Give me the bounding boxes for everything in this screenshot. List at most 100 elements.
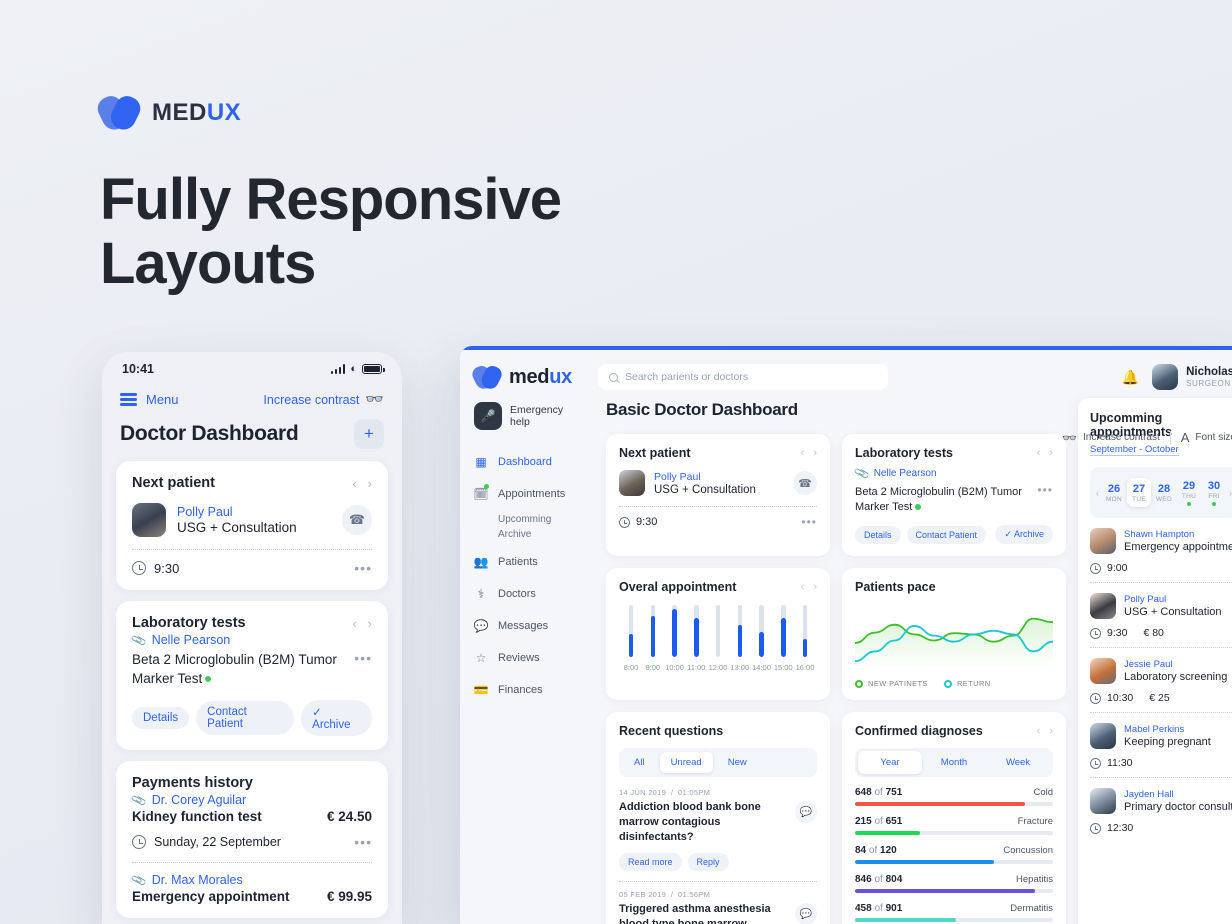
more-options-button[interactable]: ••• (354, 560, 372, 576)
clock-icon (1090, 627, 1101, 639)
appointment-item[interactable]: Jessie Paul Laboratory screening 10:30 € 25 (1090, 647, 1232, 704)
more-options-button[interactable]: ••• (801, 515, 817, 529)
comment-icon[interactable]: 💬 (795, 903, 817, 924)
contact-patient-button[interactable]: Contact Patient (906, 525, 987, 544)
chevron-right-icon[interactable]: › (368, 476, 372, 491)
emergency-help-button[interactable]: 🎤 Emergency help (474, 402, 592, 430)
chevron-left-icon[interactable]: ‹ (1037, 725, 1041, 737)
reply-button[interactable]: Reply (687, 853, 729, 871)
week-day[interactable]: 27 TUE (1127, 478, 1151, 507)
tab-new[interactable]: New (717, 752, 758, 773)
appointment-patient-name[interactable]: Jayden Hall (1124, 789, 1232, 800)
chevron-right-icon[interactable]: › (1049, 447, 1053, 459)
week-day[interactable]: 30 FRI (1202, 475, 1226, 510)
tab-week[interactable]: Week (986, 751, 1050, 774)
recent-questions-title: Recent questions (619, 724, 724, 738)
confirmed-diagnoses-card: Confirmed diagnoses ‹ › Year Month Week 6… (842, 712, 1066, 924)
overall-appointment-chart-card: Overal appointment ‹ › 8:00 9:00 10:00 11:00… (606, 568, 830, 700)
comment-icon[interactable]: 💬 (795, 801, 817, 823)
more-options-button[interactable]: ••• (354, 834, 372, 850)
sidebar-item-messages[interactable]: 💬 Messages (474, 610, 592, 642)
mobile-increase-contrast-button[interactable]: Increase contrast 👓 (263, 392, 384, 407)
mobile-patient-name[interactable]: Polly Paul (177, 505, 297, 519)
call-button[interactable]: ☎ (342, 505, 372, 535)
appointment-patient-name[interactable]: Jessie Paul (1124, 659, 1227, 670)
mobile-menu-button[interactable]: Menu (120, 392, 179, 407)
sidebar-item-label: Finances (498, 684, 543, 696)
carousel-arrows[interactable]: ‹ › (352, 476, 372, 491)
mobile-lab-doctor-link[interactable]: 📎 Nelle Pearson (131, 632, 372, 648)
mobile-lab-doctor: Nelle Pearson (151, 633, 231, 647)
contact-patient-button[interactable]: Contact Patient (196, 701, 295, 735)
tab-year[interactable]: Year (858, 751, 922, 774)
sidebar-item-appointments[interactable]: 🗓 Appointments (473, 478, 592, 510)
tab-month[interactable]: Month (922, 751, 986, 774)
sidebar-item-patients[interactable]: 👥 Patients (474, 546, 592, 578)
page-title: Basic Doctor Dashboard (606, 400, 798, 419)
read-more-button[interactable]: Read more (619, 853, 682, 871)
appointment-price: € 80 (1143, 627, 1164, 639)
payment-doctor-link[interactable]: 📎 Dr. Max Morales (131, 872, 372, 888)
clock-icon (132, 835, 146, 849)
confirmed-diagnoses-title: Confirmed diagnoses (855, 724, 983, 738)
appointment-patient-name[interactable]: Mabel Perkins (1124, 724, 1211, 735)
appointment-item[interactable]: Shawn Hampton Emergency appointment 9:00 (1090, 518, 1232, 574)
chevron-right-icon[interactable]: › (813, 447, 817, 459)
sidebar-item-doctors[interactable]: ⚕ Doctors (474, 578, 592, 610)
chevron-right-icon[interactable]: › (813, 581, 817, 593)
chevron-left-icon[interactable]: ‹ (352, 476, 356, 491)
details-button[interactable]: Details (855, 525, 901, 544)
appointment-item[interactable]: Polly Paul USG + Consultation 9:30 € 80 (1090, 582, 1232, 639)
avatar (1090, 593, 1116, 619)
mobile-top-bar: Menu Increase contrast 👓 (116, 386, 388, 409)
notification-bell-icon[interactable]: 🔔 (1122, 369, 1139, 386)
avatar (1152, 364, 1179, 390)
divider (132, 862, 372, 863)
chevron-right-icon[interactable]: › (1227, 488, 1232, 498)
details-button[interactable]: Details (132, 707, 190, 729)
appointment-patient-name[interactable]: Polly Paul (1124, 594, 1222, 605)
payment-doctor-link[interactable]: 📎 Dr. Corey Aguilar (131, 792, 372, 808)
font-size-button[interactable]: A Font size (1181, 430, 1232, 445)
chevron-left-icon[interactable]: ‹ (801, 447, 805, 459)
sidebar-item-dashboard[interactable]: ▦ Dashboard (474, 446, 592, 478)
user-profile[interactable]: Nicholas SURGEON (1152, 364, 1232, 390)
archive-button[interactable]: ✓ Archive (301, 700, 372, 736)
appointment-item[interactable]: Jayden HallPrimary doctor consultation 12… (1090, 777, 1232, 834)
sidebar-item-reviews[interactable]: ☆ Reviews (474, 642, 592, 674)
tab-unread[interactable]: Unread (659, 752, 713, 773)
date-range-link[interactable]: September - October (1090, 444, 1179, 456)
chevron-right-icon[interactable]: › (368, 616, 372, 631)
wallet-icon: 💳 (473, 683, 489, 697)
bar-column (795, 605, 815, 657)
chevron-right-icon[interactable]: › (1049, 725, 1053, 737)
desktop-logo[interactable]: medux (469, 362, 586, 392)
week-day[interactable]: 29 THU (1177, 475, 1201, 510)
week-day[interactable]: 26 MON (1102, 478, 1126, 507)
chevron-left-icon[interactable]: ‹ (801, 581, 805, 593)
archive-button[interactable]: ✓ Archive (995, 525, 1053, 544)
sidebar-subitem-upcomming[interactable]: Upcomming (498, 512, 592, 527)
search-input[interactable]: Search parients or doctors (598, 364, 888, 390)
chevron-left-icon[interactable]: ‹ (352, 616, 356, 631)
chevron-left-icon[interactable]: ‹ (1037, 447, 1041, 459)
search-placeholder: Search parients or doctors (625, 371, 749, 383)
more-options-button[interactable]: ••• (1037, 483, 1053, 497)
patient-name[interactable]: Polly Paul (654, 471, 756, 483)
tab-all[interactable]: All (623, 752, 656, 773)
chevron-left-icon[interactable]: ‹ (1094, 488, 1101, 498)
overall-appointment-title: Overal appointment (619, 580, 737, 594)
availability-dot (1187, 502, 1191, 506)
lab-doctor-link[interactable]: 📎 Nelle Pearson (854, 466, 1053, 482)
appointment-patient-name[interactable]: Shawn Hampton (1124, 529, 1232, 540)
call-button[interactable]: ☎ (793, 471, 817, 495)
sidebar-subitem-archive[interactable]: Archive (498, 527, 592, 542)
sidebar-item-finances[interactable]: 💳 Finances (474, 674, 592, 706)
battery-icon (362, 364, 385, 374)
mobile-add-button[interactable]: + (354, 419, 384, 449)
more-options-button[interactable]: ••• (354, 650, 372, 666)
carousel-arrows[interactable]: ‹ › (352, 616, 372, 631)
appointment-item[interactable]: Mabel Perkins Keeping pregnant 11:30 (1090, 712, 1232, 769)
increase-contrast-button[interactable]: 👓 Increase contrast (1062, 431, 1160, 445)
week-day[interactable]: 28 WED (1152, 478, 1176, 507)
